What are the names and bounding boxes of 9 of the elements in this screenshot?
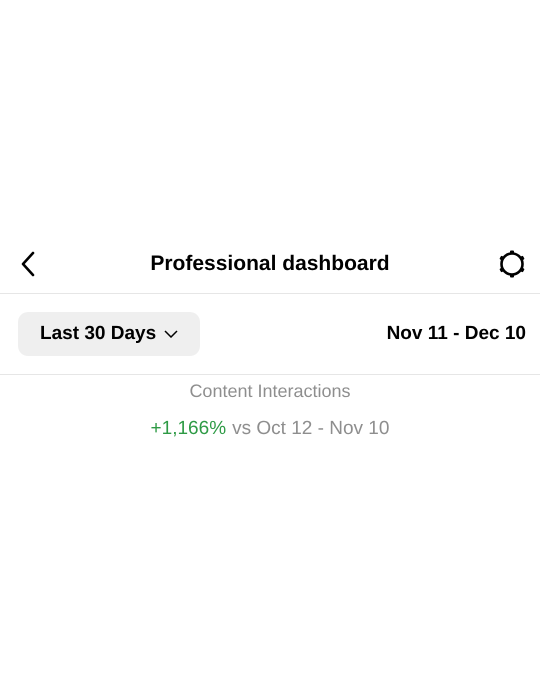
date-range-dropdown[interactable]: Last 30 Days <box>18 312 200 356</box>
chevron-down-icon <box>164 330 178 338</box>
page-title: Professional dashboard <box>150 252 390 276</box>
date-range-text: Nov 11 - Dec 10 <box>386 323 526 345</box>
back-icon <box>21 251 35 277</box>
metric-title: Content Interactions <box>189 381 351 402</box>
change-percentage: +1,166% <box>150 418 226 440</box>
settings-icon <box>496 249 527 279</box>
comparison-period: vs Oct 12 - Nov 10 <box>232 418 390 440</box>
